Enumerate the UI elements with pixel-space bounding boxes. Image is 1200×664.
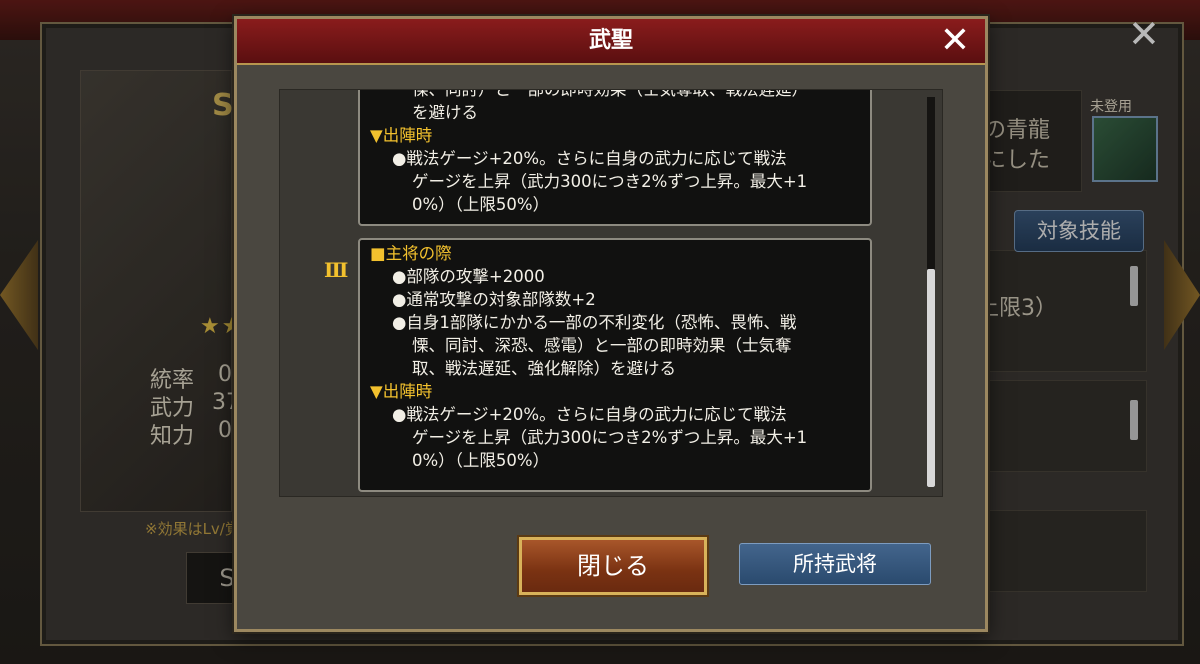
skill-text-line: ゲージを上昇（武力300につき2%ずつ上昇。最大+1 <box>412 172 808 191</box>
skill-text-line: 慄、同討、深恐、感電）と一部の即時効果（士気奪 <box>412 336 792 355</box>
skill-text-line: ゲージを上昇（武力300につき2%ずつ上昇。最大+1 <box>412 428 808 447</box>
skill-content-area[interactable]: 慄、同討）と一部の即時効果（士気奪取、戦法遅延） を避ける ▼出陣時 ●戦法ゲー… <box>279 89 943 497</box>
skill-text-line: ●戦法ゲージ+20%。さらに自身の武力に応じて戦法 <box>392 149 787 168</box>
skill-text-line: 慄、同討）と一部の即時効果（士気奪取、戦法遅延） <box>412 89 808 99</box>
dialog-title: 武聖 <box>588 28 633 53</box>
skill-text-line: 0%）（上限50%） <box>412 195 550 214</box>
skill-level-roman-numeral: Ⅲ <box>324 258 349 282</box>
skill-level-box: 慄、同討）と一部の即時効果（士気奪取、戦法遅延） を避ける ▼出陣時 ●戦法ゲー… <box>358 89 872 226</box>
skill-section-heading: ▼出陣時 <box>370 382 433 401</box>
skill-text-line: ●部隊の攻撃+2000 <box>392 267 545 286</box>
skill-text-line: を避ける <box>412 103 478 122</box>
skill-text-line: ●戦法ゲージ+20%。さらに自身の武力に応じて戦法 <box>392 405 787 424</box>
skill-text-line: ●通常攻撃の対象部隊数+2 <box>392 290 596 309</box>
skill-level-box: ■主将の際 ●部隊の攻撃+2000 ●通常攻撃の対象部隊数+2 ●自身1部隊にか… <box>358 238 872 492</box>
skill-text-line: 0%）（上限50%） <box>412 451 550 470</box>
skill-dialog: 武聖 ✕ 慄、同討）と一部の即時効果（士気奪取、戦法遅延） を避ける ▼出陣時 … <box>234 16 988 632</box>
owned-generals-button[interactable]: 所持武将 <box>739 543 931 585</box>
scrollbar-thumb[interactable] <box>927 269 935 487</box>
skill-section-heading: ▼出陣時 <box>370 126 433 145</box>
skill-text-line: 取、戦法遅延、強化解除）を避ける <box>412 359 676 378</box>
skill-section-heading: ■主将の際 <box>370 244 452 263</box>
close-button[interactable]: 閉じる <box>519 537 707 595</box>
skill-text-line: ●自身1部隊にかかる一部の不利変化（恐怖、畏怖、戦 <box>392 313 797 332</box>
close-icon[interactable]: ✕ <box>933 21 977 61</box>
